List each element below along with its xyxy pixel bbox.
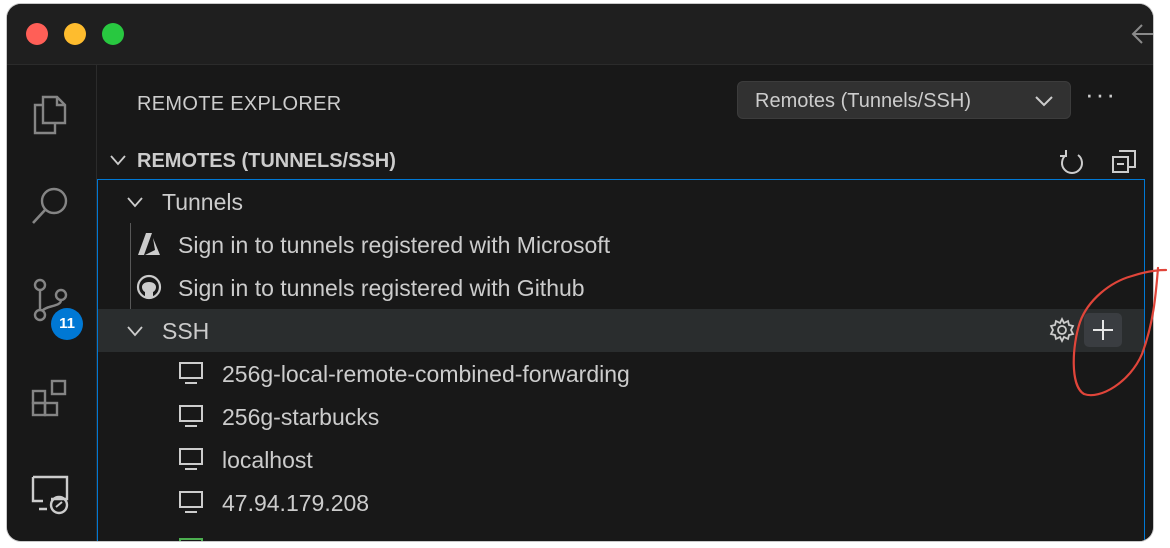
tree-item-ssh-host[interactable]: 256g-starbucks	[98, 395, 1144, 438]
section-header[interactable]: REMOTES (TUNNELS/SSH)	[97, 143, 1153, 179]
tree-item-label: 256g-starbucks	[222, 404, 380, 430]
monitor-icon	[179, 448, 203, 470]
activity-bar: 11	[7, 65, 97, 541]
tree-item-label: localhost	[222, 447, 313, 473]
tree-item-label: 256g-local-remote-combined-forwarding	[222, 361, 630, 387]
more-actions-button[interactable]: ···	[1085, 79, 1117, 110]
tree-group-label: Tunnels	[162, 189, 243, 215]
tree-item-ssh-host[interactable]: 47.94.179.208	[98, 481, 1144, 524]
monitor-icon	[179, 538, 203, 541]
plus-icon	[1093, 320, 1113, 340]
tree-group-tunnels[interactable]: Tunnels	[98, 180, 1144, 223]
remotes-tree: Tunnels Sign in to tunnels registered wi…	[97, 179, 1145, 541]
tree-item-ssh-host-partial[interactable]	[98, 524, 1144, 541]
collapse-all-icon[interactable]	[1109, 147, 1139, 177]
tree-item-label: Sign in to tunnels registered with Micro…	[178, 232, 611, 258]
tree-item-ssh-host[interactable]: 256g-local-remote-combined-forwarding	[98, 352, 1144, 395]
monitor-icon	[179, 491, 203, 513]
back-arrow-icon[interactable]	[1127, 16, 1153, 52]
source-control-badge: 11	[51, 308, 83, 340]
tree-item-tunnel[interactable]: Sign in to tunnels registered with Githu…	[98, 266, 1144, 309]
tree-item-ssh-host[interactable]: localhost	[98, 438, 1144, 481]
github-icon	[136, 274, 162, 300]
extensions-icon[interactable]	[27, 375, 73, 421]
panel-title: REMOTE EXPLORER	[137, 93, 342, 115]
gear-icon[interactable]	[1048, 316, 1076, 344]
minimize-window-button[interactable]	[64, 23, 86, 45]
remote-explorer-icon[interactable]	[27, 469, 73, 515]
chevron-down-icon	[110, 155, 126, 166]
tree-group-ssh[interactable]: SSH	[98, 309, 1144, 352]
refresh-icon[interactable]	[1057, 147, 1087, 177]
monitor-icon	[179, 405, 203, 427]
tree-item-label: 47.94.179.208	[222, 490, 370, 516]
dropdown-value: Remotes (Tunnels/SSH)	[755, 90, 971, 112]
chevron-down-icon	[127, 197, 143, 208]
chevron-down-icon	[127, 326, 143, 337]
section-label: REMOTES (TUNNELS/SSH)	[137, 150, 396, 172]
tree-item-label: Sign in to tunnels registered with Githu…	[178, 275, 585, 301]
monitor-icon	[179, 362, 203, 384]
azure-icon	[138, 233, 160, 255]
tree-item-tunnel[interactable]: Sign in to tunnels registered with Micro…	[98, 223, 1144, 266]
title-bar	[7, 4, 1153, 65]
chevron-down-icon	[1035, 96, 1053, 107]
add-ssh-host-button[interactable]	[1084, 313, 1122, 347]
search-icon[interactable]	[27, 183, 73, 229]
remotes-dropdown[interactable]: Remotes (Tunnels/SSH)	[737, 81, 1071, 119]
tree-group-label: SSH	[162, 318, 210, 344]
vscode-window: 11 REMOTE EXPLORER Remotes (Tunnels/SSH)…	[7, 4, 1153, 541]
files-icon[interactable]	[27, 91, 73, 137]
close-window-button[interactable]	[26, 23, 48, 45]
remote-explorer-panel: REMOTE EXPLORER Remotes (Tunnels/SSH) ··…	[97, 65, 1153, 541]
zoom-window-button[interactable]	[102, 23, 124, 45]
